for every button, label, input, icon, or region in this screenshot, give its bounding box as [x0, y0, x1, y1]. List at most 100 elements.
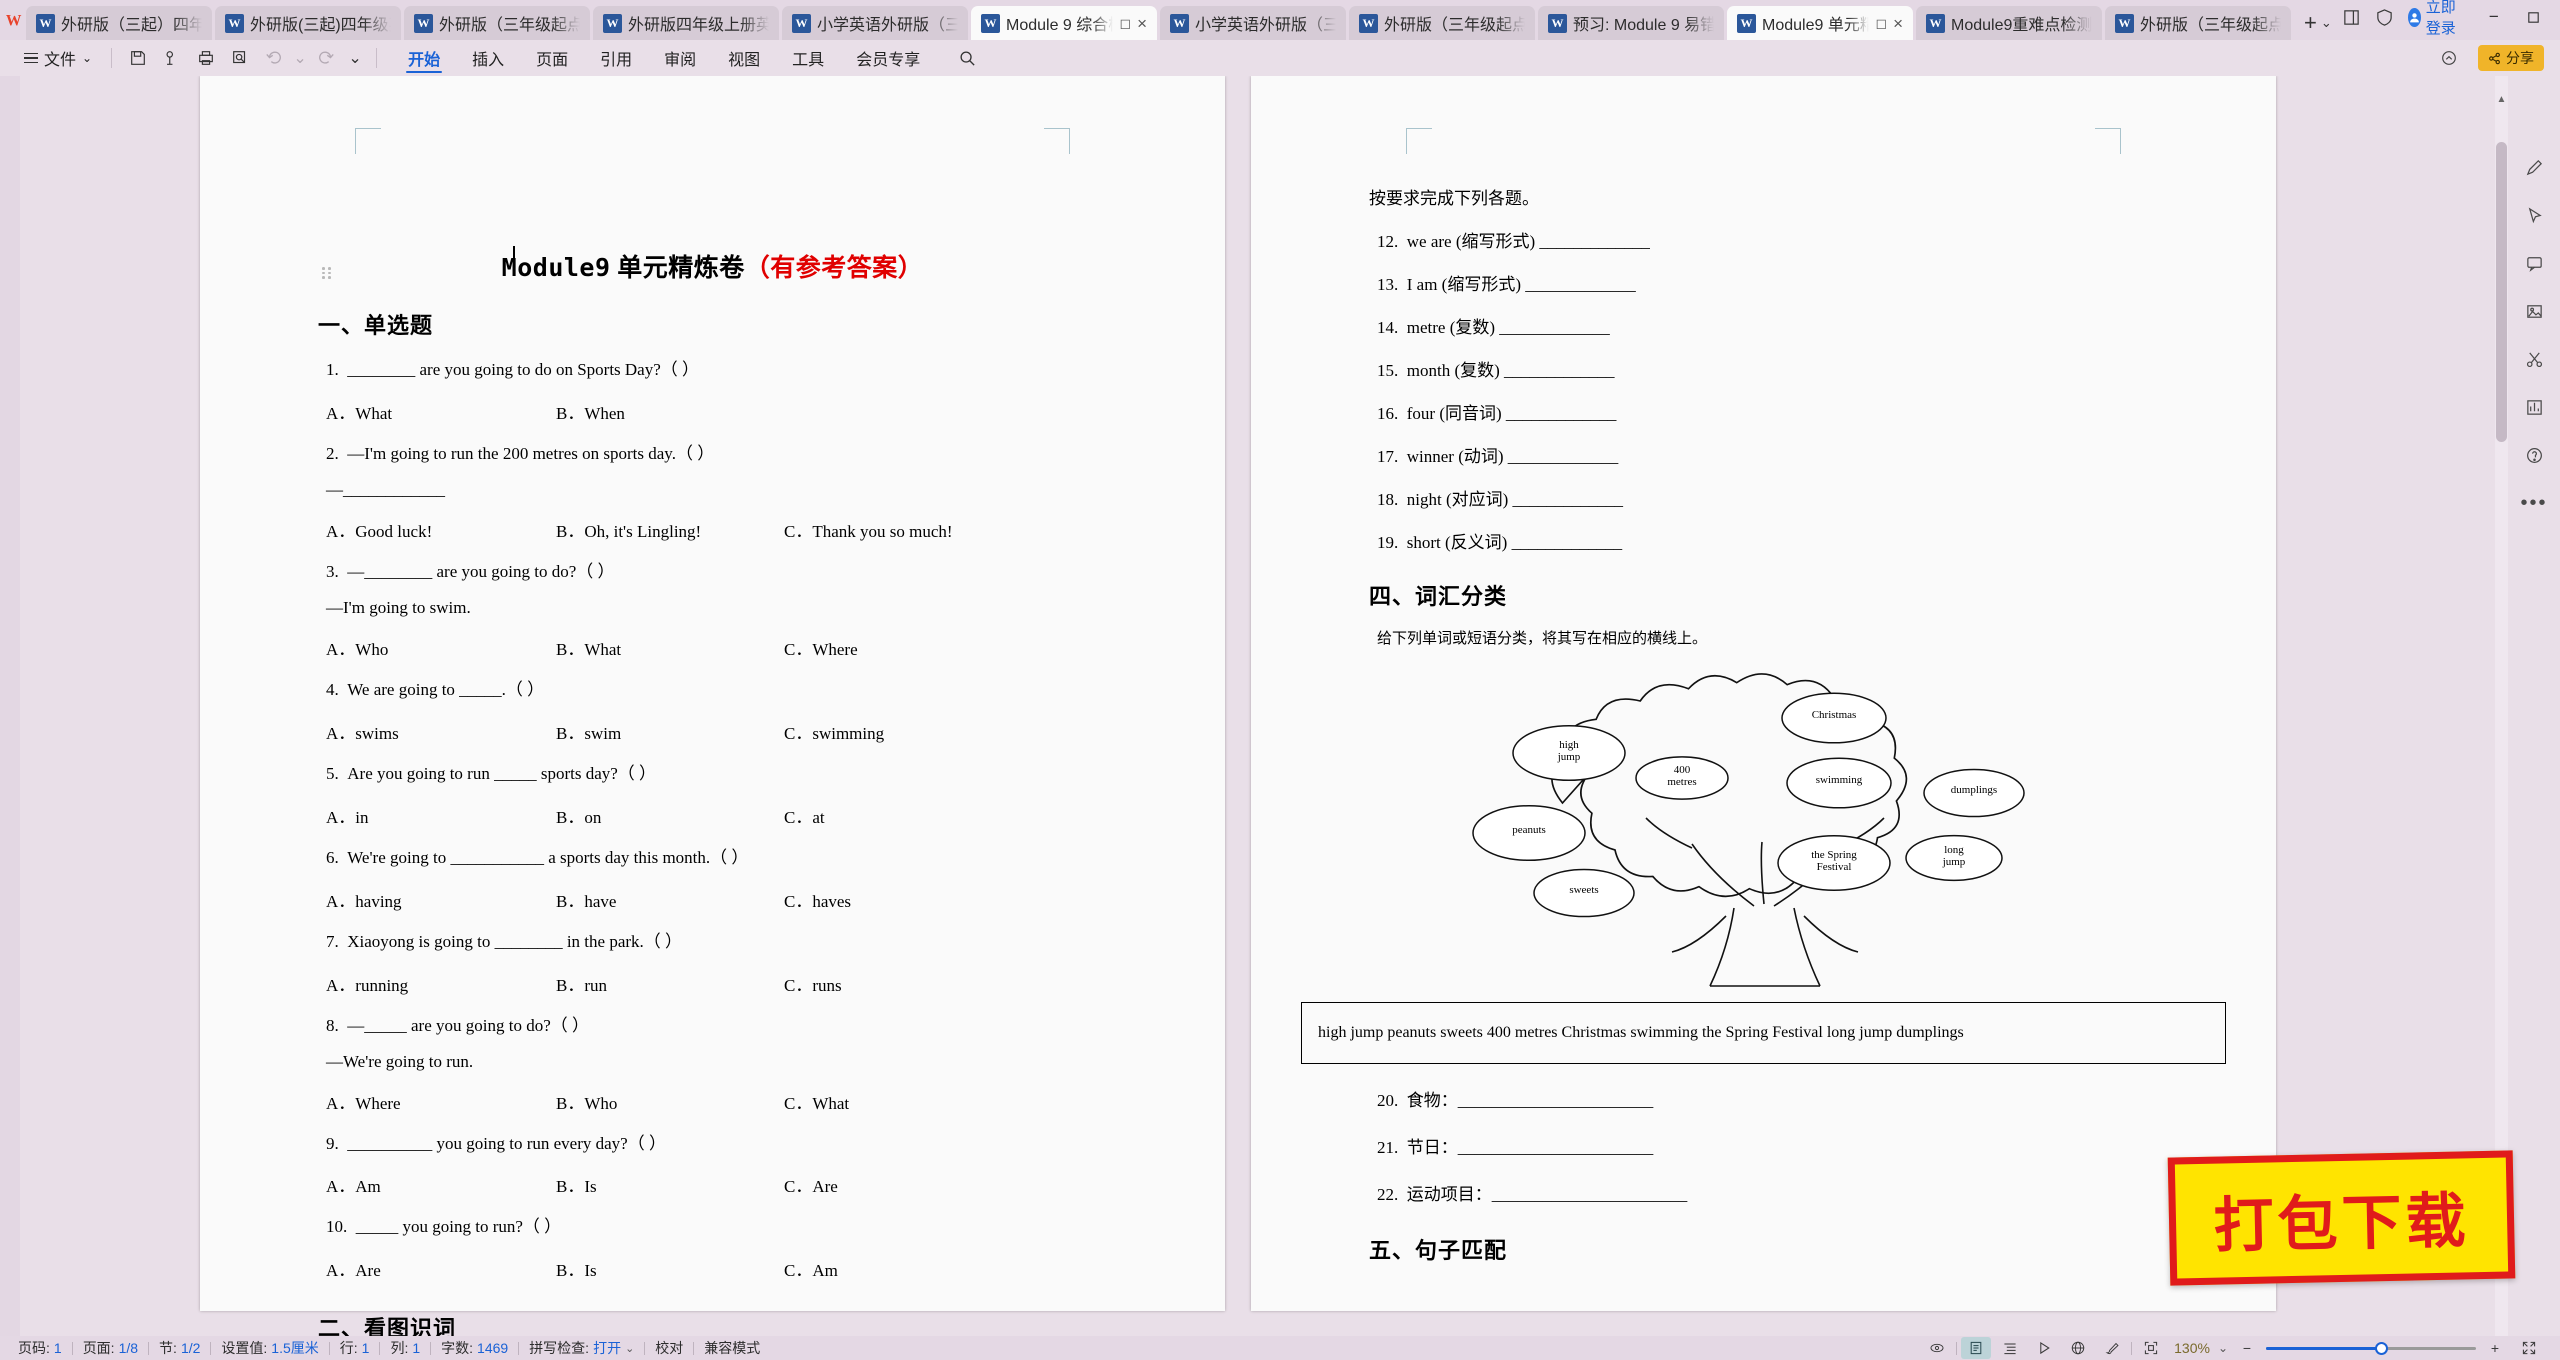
picture-icon[interactable]	[2519, 298, 2549, 324]
status-item[interactable]: 校对	[645, 1338, 693, 1358]
page-view-icon[interactable]	[1961, 1337, 1992, 1359]
minimize-button[interactable]: −	[2475, 2, 2513, 32]
collapse-ribbon-icon[interactable]	[2432, 43, 2466, 73]
ribbon-tab-1[interactable]: 插入	[456, 41, 520, 75]
option-b[interactable]: B．What	[556, 635, 784, 660]
status-item[interactable]: 页面: 1/8	[73, 1338, 148, 1358]
panel-icon[interactable]	[2342, 4, 2361, 30]
login-button[interactable]: 立即登录	[2407, 0, 2461, 38]
document-page-left[interactable]: Module9 单元精炼卷（有参考答案） 一、单选题 1. ________ a…	[200, 76, 1225, 1336]
option-a[interactable]: A．Are	[326, 1256, 556, 1281]
option-b[interactable]: B．swim	[556, 719, 784, 744]
save-icon[interactable]	[121, 43, 155, 73]
browser-tab[interactable]: W 外研版（三年级起点）四	[404, 6, 590, 40]
brush-icon[interactable]	[2097, 1337, 2127, 1359]
ribbon-tab-5[interactable]: 视图	[712, 41, 776, 75]
status-item[interactable]: 拼写检查: 打开 ⌄	[519, 1338, 644, 1358]
option-a[interactable]: A．having	[326, 887, 556, 912]
restore-button[interactable]	[2515, 2, 2553, 32]
cursor-icon[interactable]	[2519, 202, 2549, 228]
share-button[interactable]: 分享	[2478, 45, 2544, 71]
status-item[interactable]: 页码: 1	[8, 1338, 72, 1358]
ribbon-tab-0[interactable]: 开始	[392, 41, 456, 75]
more-icon[interactable]: ⌄	[343, 43, 367, 73]
option-b[interactable]: B．Is	[556, 1256, 784, 1281]
status-item[interactable]: 列: 1	[380, 1338, 430, 1358]
redo-icon[interactable]	[309, 43, 343, 73]
document-page-right[interactable]: 按要求完成下列各题。 12. we are (缩写形式) ___________…	[1251, 76, 2276, 1311]
fullscreen-icon[interactable]	[2514, 1337, 2544, 1359]
browser-tab[interactable]: W 外研版（三起）四年级英语	[26, 6, 212, 40]
comment-icon[interactable]	[2519, 250, 2549, 276]
option-c[interactable]: C．haves	[784, 887, 984, 912]
status-item[interactable]: 节: 1/2	[149, 1338, 210, 1358]
option-b[interactable]: B．When	[556, 399, 784, 424]
browser-tab[interactable]: W Module9重难点检测卷	[1916, 6, 2102, 40]
option-c[interactable]	[784, 399, 984, 424]
browser-tab[interactable]: W 预习: Module 9 易错题	[1538, 6, 1724, 40]
undo-icon[interactable]	[257, 43, 291, 73]
option-a[interactable]: A．Who	[326, 635, 556, 660]
close-icon[interactable]: ×	[1893, 15, 1903, 32]
ribbon-tab-7[interactable]: 会员专享	[840, 41, 936, 75]
status-item[interactable]: 兼容模式	[694, 1338, 770, 1358]
option-c[interactable]: C．Am	[784, 1256, 984, 1281]
pen-icon[interactable]	[2519, 154, 2549, 180]
browser-tab[interactable]: W 外研版四年级上册英语Mo	[593, 6, 779, 40]
status-item[interactable]: 行: 1	[330, 1338, 380, 1358]
option-c[interactable]: C．at	[784, 803, 984, 828]
option-a[interactable]: A．What	[326, 399, 556, 424]
zoom-out-button[interactable]: −	[2232, 1337, 2262, 1359]
option-c[interactable]: C．Where	[784, 635, 984, 660]
browser-tab[interactable]: W 小学英语外研版（三年级	[782, 6, 968, 40]
chart-icon[interactable]	[2519, 394, 2549, 420]
option-b[interactable]: B．on	[556, 803, 784, 828]
file-menu-button[interactable]: 文件 ⌄	[14, 46, 102, 70]
option-a[interactable]: A．in	[326, 803, 556, 828]
fit-icon[interactable]	[2136, 1337, 2166, 1359]
print-preview-icon[interactable]	[155, 43, 189, 73]
wps-w-icon[interactable]: W	[4, 0, 26, 40]
search-icon[interactable]	[950, 43, 984, 73]
close-icon[interactable]: ×	[1137, 15, 1147, 32]
play-icon[interactable]	[2029, 1337, 2059, 1359]
option-a[interactable]: A．running	[326, 971, 556, 996]
status-item[interactable]: 设置值: 1.5厘米	[211, 1338, 328, 1358]
close-button[interactable]: ✕	[2555, 2, 2560, 32]
option-a[interactable]: A．Am	[326, 1172, 556, 1197]
scroll-up-arrow-icon[interactable]: ▲	[2495, 92, 2508, 106]
chevron-down-icon[interactable]: ⌄	[2218, 1341, 2228, 1355]
zoom-in-button[interactable]: +	[2480, 1337, 2510, 1359]
option-b[interactable]: B．run	[556, 971, 784, 996]
eye-icon[interactable]	[1922, 1337, 1952, 1359]
monitor-icon[interactable]: ◻	[1119, 15, 1131, 32]
option-a[interactable]: A．Where	[326, 1089, 556, 1114]
option-b[interactable]: B．Who	[556, 1089, 784, 1114]
option-c[interactable]: C．What	[784, 1089, 984, 1114]
chevron-down-icon[interactable]: ⌄	[625, 1342, 634, 1355]
download-watermark-stamp[interactable]: 打包下载	[2167, 1150, 2516, 1286]
option-a[interactable]: A．Good luck!	[326, 517, 556, 542]
monitor-icon[interactable]: ◻	[1875, 15, 1887, 32]
zoom-slider[interactable]	[2266, 1337, 2476, 1359]
option-c[interactable]: C．swimming	[784, 719, 984, 744]
scissors-icon[interactable]	[2519, 346, 2549, 372]
more-dots-icon[interactable]: •••	[2519, 490, 2549, 516]
option-a[interactable]: A．swims	[326, 719, 556, 744]
browser-tab[interactable]: W 外研版（三年级起点）四	[1349, 6, 1535, 40]
new-tab-button[interactable]: + ⌄	[2294, 6, 2342, 40]
zoom-level[interactable]: 130%	[2170, 1340, 2214, 1356]
ribbon-tab-2[interactable]: 页面	[520, 41, 584, 75]
option-b[interactable]: B．Is	[556, 1172, 784, 1197]
browser-tab[interactable]: W 小学英语外研版（三年级	[1160, 6, 1346, 40]
undo-dropdown-icon[interactable]: ⌄	[291, 43, 309, 73]
scrollbar-thumb[interactable]	[2496, 142, 2507, 442]
web-view-icon[interactable]	[2063, 1337, 2093, 1359]
shield-icon[interactable]	[2375, 4, 2394, 30]
option-c[interactable]: C．Thank you so much!	[784, 517, 984, 542]
browser-tab[interactable]: W Module 9 综合检测卷 ◻ ×	[971, 6, 1157, 40]
option-c[interactable]: C．runs	[784, 971, 984, 996]
help-icon[interactable]	[2519, 442, 2549, 468]
option-c[interactable]: C．Are	[784, 1172, 984, 1197]
ribbon-tab-6[interactable]: 工具	[776, 41, 840, 75]
